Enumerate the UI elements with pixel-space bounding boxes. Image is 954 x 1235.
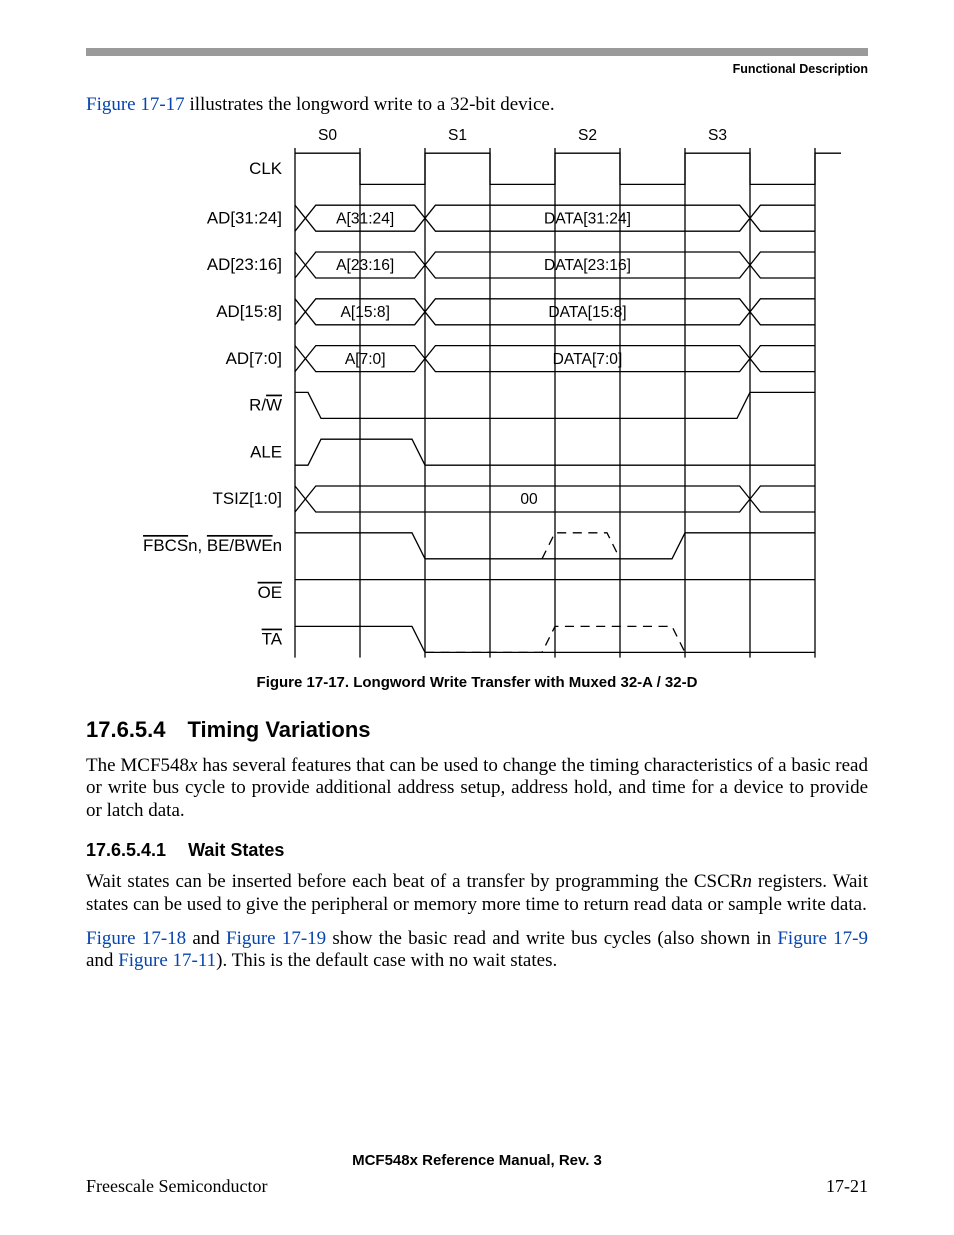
xref-figure-17-11[interactable]: Figure 17-11 <box>118 950 216 971</box>
heading-wait-states: 17.6.5.4.1 Wait States <box>86 840 868 861</box>
paragraph-wait-states-1: Wait states can be inserted before each … <box>86 871 868 916</box>
sig-ad15-8-label: AD[15:8] <box>216 302 282 321</box>
sig-ad31-24-addr: A[31:24] <box>336 210 394 227</box>
state-s0: S0 <box>318 127 337 144</box>
sig-tsiz-val: 00 <box>520 491 538 508</box>
timing-diagram: .lbl{font:13px Arial,Helvetica,sans-seri… <box>87 122 867 668</box>
state-s3: S3 <box>708 127 727 144</box>
sig-fbcs-label: FBCSn, BE/BWEn <box>143 536 282 555</box>
footer-right: 17-21 <box>826 1176 868 1197</box>
sig-ad23-16-label: AD[23:16] <box>207 255 282 274</box>
sig-clk-wave <box>295 153 841 184</box>
page: Functional Description Figure 17-17 illu… <box>0 0 954 1235</box>
sig-ad7-0-label: AD[7:0] <box>226 349 282 368</box>
sig-ta-label: TA <box>262 630 283 649</box>
state-s2: S2 <box>578 127 597 144</box>
heading-title: Wait States <box>188 840 284 860</box>
sig-ad15-8-addr: A[15:8] <box>340 304 389 321</box>
paragraph-wait-states-2: Figure 17-18 and Figure 17-19 show the b… <box>86 928 868 973</box>
running-head: Functional Description <box>86 62 868 76</box>
sig-ad23-16-addr: A[23:16] <box>336 257 394 274</box>
heading-title: Timing Variations <box>188 717 371 742</box>
heading-num: 17.6.5.4 <box>86 717 166 742</box>
sig-oe-label: OE <box>258 583 282 602</box>
sig-ad15-8-data: DATA[15:8] <box>548 304 626 321</box>
paragraph-timing-variations: The MCF548x has several features that ca… <box>86 755 868 822</box>
state-s1: S1 <box>448 127 467 144</box>
sig-tsiz-label: TSIZ[1:0] <box>213 489 282 508</box>
footer-center: MCF548x Reference Manual, Rev. 3 <box>0 1152 954 1169</box>
heading-num: 17.6.5.4.1 <box>86 840 166 860</box>
sig-ad23-16-data: DATA[23:16] <box>544 257 631 274</box>
xref-figure-17-9[interactable]: Figure 17-9 <box>777 928 868 949</box>
sig-ad7-0-data: DATA[7:0] <box>553 351 623 368</box>
footer-left: Freescale Semiconductor <box>86 1176 267 1197</box>
intro-text: illustrates the longword write to a 32-b… <box>185 94 555 115</box>
xref-figure-17-18[interactable]: Figure 17-18 <box>86 928 186 949</box>
sig-rw-label: R/W <box>249 396 282 415</box>
sig-clk-label: CLK <box>249 159 283 178</box>
heading-timing-variations: 17.6.5.4 Timing Variations <box>86 717 868 743</box>
sig-ad7-0-addr: A[7:0] <box>345 351 386 368</box>
header-rule <box>86 48 868 56</box>
xref-figure-17-17[interactable]: Figure 17-17 <box>86 94 185 115</box>
sig-ad31-24-data: DATA[31:24] <box>544 210 631 227</box>
xref-figure-17-19[interactable]: Figure 17-19 <box>226 928 326 949</box>
figure-caption: Figure 17-17. Longword Write Transfer wi… <box>86 674 868 691</box>
intro-paragraph: Figure 17-17 illustrates the longword wr… <box>86 94 868 116</box>
sig-ale-label: ALE <box>250 442 282 461</box>
sig-ad31-24-label: AD[31:24] <box>207 208 282 227</box>
